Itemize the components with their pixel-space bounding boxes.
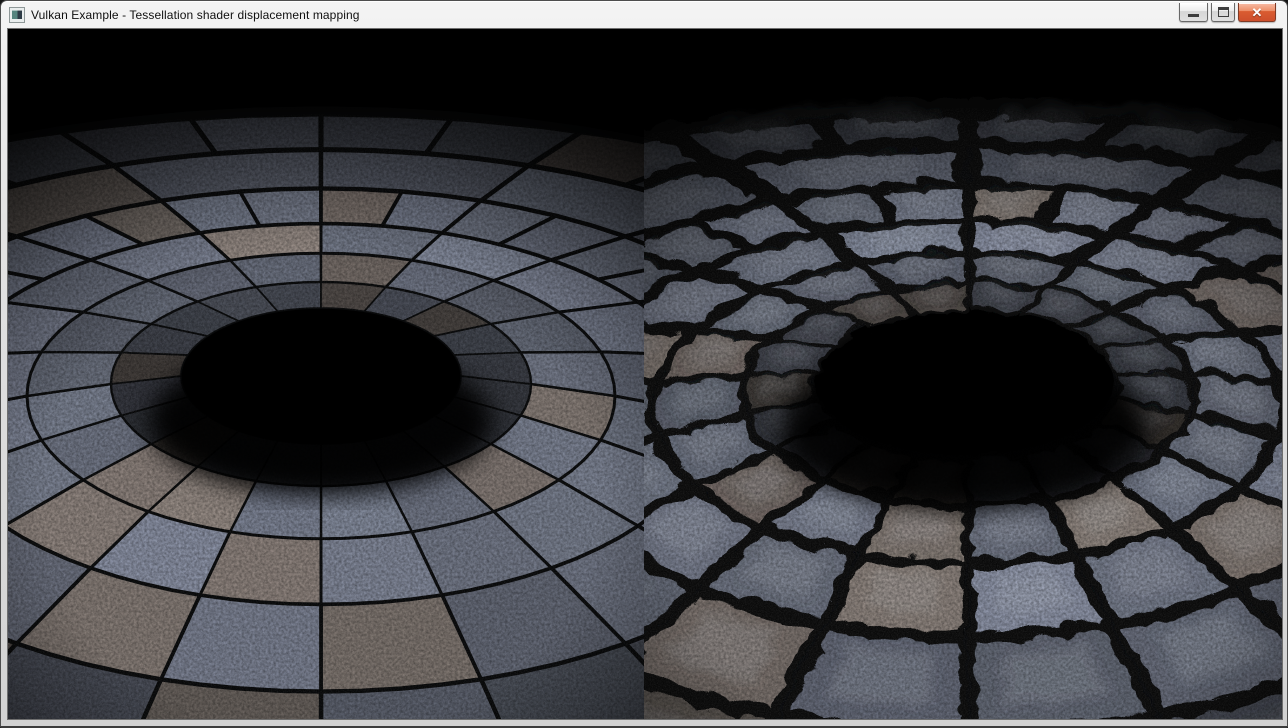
minimize-icon <box>1188 14 1199 17</box>
titlebar[interactable]: Vulkan Example - Tessellation shader dis… <box>2 2 1286 28</box>
window-title: Vulkan Example - Tessellation shader dis… <box>31 8 360 22</box>
vulkan-render-canvas[interactable] <box>8 29 1282 719</box>
minimize-button[interactable] <box>1179 3 1208 22</box>
close-button[interactable]: ✕ <box>1238 3 1276 22</box>
maximize-icon <box>1218 7 1229 17</box>
render-viewport[interactable] <box>8 29 1282 719</box>
close-icon: ✕ <box>1252 6 1263 19</box>
maximize-button[interactable] <box>1211 3 1235 22</box>
application-icon[interactable] <box>9 7 25 23</box>
app-window: Vulkan Example - Tessellation shader dis… <box>0 0 1288 728</box>
window-controls: ✕ <box>1179 3 1276 22</box>
application-icon-image <box>12 10 22 19</box>
